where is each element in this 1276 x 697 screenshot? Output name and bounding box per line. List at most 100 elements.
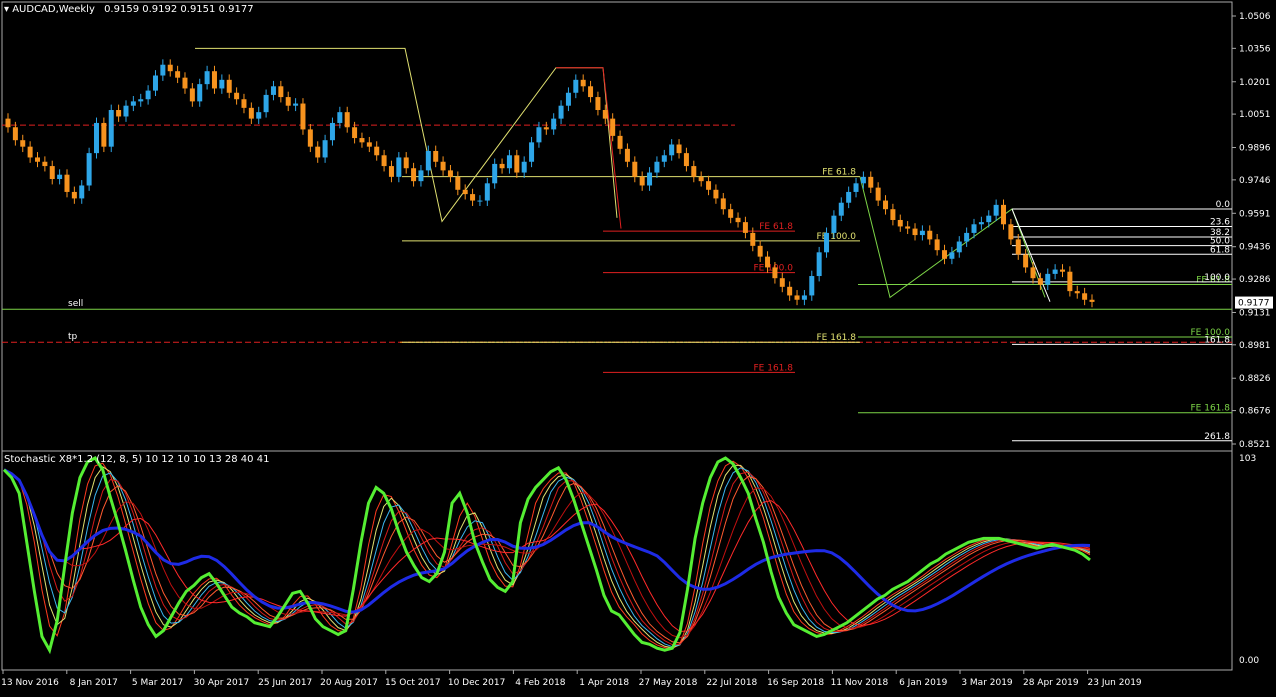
x-tick-label: 30 Apr 2017 bbox=[194, 678, 250, 688]
candle-body bbox=[248, 107, 254, 119]
candle-body bbox=[551, 118, 557, 130]
candle-body bbox=[647, 172, 653, 186]
candle-body bbox=[484, 183, 490, 201]
candle-body bbox=[57, 174, 63, 180]
candle-body bbox=[669, 144, 675, 156]
candle-body bbox=[912, 228, 918, 236]
x-tick-label: 23 Jun 2019 bbox=[1088, 678, 1142, 688]
candle-body bbox=[742, 222, 748, 233]
candle-body bbox=[875, 187, 881, 201]
candle-body bbox=[772, 267, 778, 279]
y-tick-label: 1.0201 bbox=[1239, 78, 1271, 88]
candle-body bbox=[949, 252, 955, 259]
candle-body bbox=[337, 112, 343, 123]
indicator-ymax-label: 103 bbox=[1239, 454, 1256, 464]
dropdown-arrow-icon[interactable]: ▾ bbox=[4, 4, 9, 15]
candle-body bbox=[698, 176, 704, 182]
y-tick-label: 0.8521 bbox=[1239, 440, 1271, 450]
x-tick-label: 11 Nov 2018 bbox=[831, 678, 889, 688]
candle-body bbox=[300, 103, 306, 130]
y-tick-label: 0.8826 bbox=[1239, 374, 1271, 384]
candle-body bbox=[683, 153, 689, 167]
candle-body bbox=[492, 163, 498, 184]
candle-body bbox=[897, 219, 903, 227]
candle-body bbox=[411, 168, 417, 182]
current-price-label: 0.9177 bbox=[1238, 299, 1270, 309]
y-tick-label: 0.9896 bbox=[1239, 144, 1271, 154]
candle-body bbox=[978, 222, 984, 225]
zigzag-white bbox=[1011, 208, 1051, 302]
stochastic-signal-line bbox=[3, 469, 1091, 639]
candle-body bbox=[256, 112, 262, 119]
x-tick-label: 5 Mar 2017 bbox=[132, 678, 183, 688]
sell-label: sell bbox=[68, 299, 83, 309]
y-tick-label: 1.0356 bbox=[1239, 44, 1271, 54]
candle-body bbox=[440, 161, 446, 171]
candle-body bbox=[499, 163, 505, 169]
candle-body bbox=[1037, 278, 1043, 285]
indicator-ymin-label: 0.00 bbox=[1239, 656, 1259, 666]
candle-body bbox=[868, 176, 874, 188]
candle-body bbox=[5, 118, 11, 128]
candle-body bbox=[101, 122, 107, 147]
candle-body bbox=[34, 157, 40, 162]
candle-body bbox=[329, 122, 335, 141]
candle-body bbox=[211, 71, 217, 89]
y-tick-label: 0.9131 bbox=[1239, 308, 1271, 318]
candle-body bbox=[366, 142, 372, 147]
x-tick-label: 13 Nov 2016 bbox=[1, 678, 59, 688]
candle-body bbox=[1008, 224, 1014, 240]
candle-body bbox=[307, 129, 313, 147]
candle-body bbox=[617, 135, 623, 149]
candle-body bbox=[197, 84, 203, 102]
candle-body bbox=[956, 241, 962, 253]
y-tick-label: 0.9746 bbox=[1239, 176, 1271, 186]
candle-body bbox=[565, 92, 571, 106]
candle-body bbox=[108, 110, 114, 147]
candle-body bbox=[278, 86, 284, 98]
candle-body bbox=[1015, 239, 1021, 255]
fe3-1618-label: FE 161.8 bbox=[1191, 404, 1231, 414]
candle-body bbox=[470, 194, 476, 201]
candle-body bbox=[381, 155, 387, 167]
candle-body bbox=[49, 166, 55, 180]
candle-body bbox=[543, 127, 549, 130]
candle-body bbox=[42, 161, 48, 167]
candle-body bbox=[580, 79, 586, 87]
candle-body bbox=[359, 138, 365, 143]
candle-body bbox=[138, 99, 144, 102]
candle-body bbox=[779, 278, 785, 287]
candle-body bbox=[993, 204, 999, 216]
candle-body bbox=[706, 181, 712, 190]
symbol-label: AUDCAD,Weekly bbox=[12, 4, 95, 15]
fe2-1618-label: FE 161.8 bbox=[754, 363, 794, 373]
candle-body bbox=[234, 92, 240, 100]
candle-body bbox=[853, 183, 859, 192]
candle-body bbox=[934, 239, 940, 251]
y-tick-label: 1.0051 bbox=[1239, 110, 1271, 120]
candle-body bbox=[971, 224, 977, 233]
candle-body bbox=[145, 90, 151, 100]
candle-body bbox=[794, 295, 800, 300]
candle-body bbox=[529, 142, 535, 162]
candle-body bbox=[691, 166, 697, 177]
candle-body bbox=[986, 215, 992, 223]
stochastic-signal-line bbox=[3, 464, 1091, 649]
x-tick-label: 1 Apr 2018 bbox=[579, 678, 629, 688]
candle-body bbox=[838, 202, 844, 216]
candle-body bbox=[1023, 254, 1029, 268]
candle-body bbox=[123, 105, 129, 117]
candle-body bbox=[573, 79, 579, 93]
stochastic-main-line bbox=[2, 456, 1091, 655]
candle-body bbox=[167, 64, 173, 72]
fe1-618-label: FE 61.8 bbox=[822, 168, 856, 178]
candle-body bbox=[241, 99, 247, 108]
candle-body bbox=[750, 232, 756, 246]
chart-canvas: 1.0506 1.0356 1.0201 1.0051 0.9896 0.9746 0.95… bbox=[1, 1, 1273, 688]
y-tick-label: 0.9436 bbox=[1239, 243, 1271, 253]
candle-body bbox=[927, 230, 933, 240]
candle-body bbox=[942, 250, 948, 259]
fe2-618-label: FE 61.8 bbox=[759, 222, 793, 232]
candle-body bbox=[219, 79, 225, 89]
candle-body bbox=[639, 176, 645, 186]
